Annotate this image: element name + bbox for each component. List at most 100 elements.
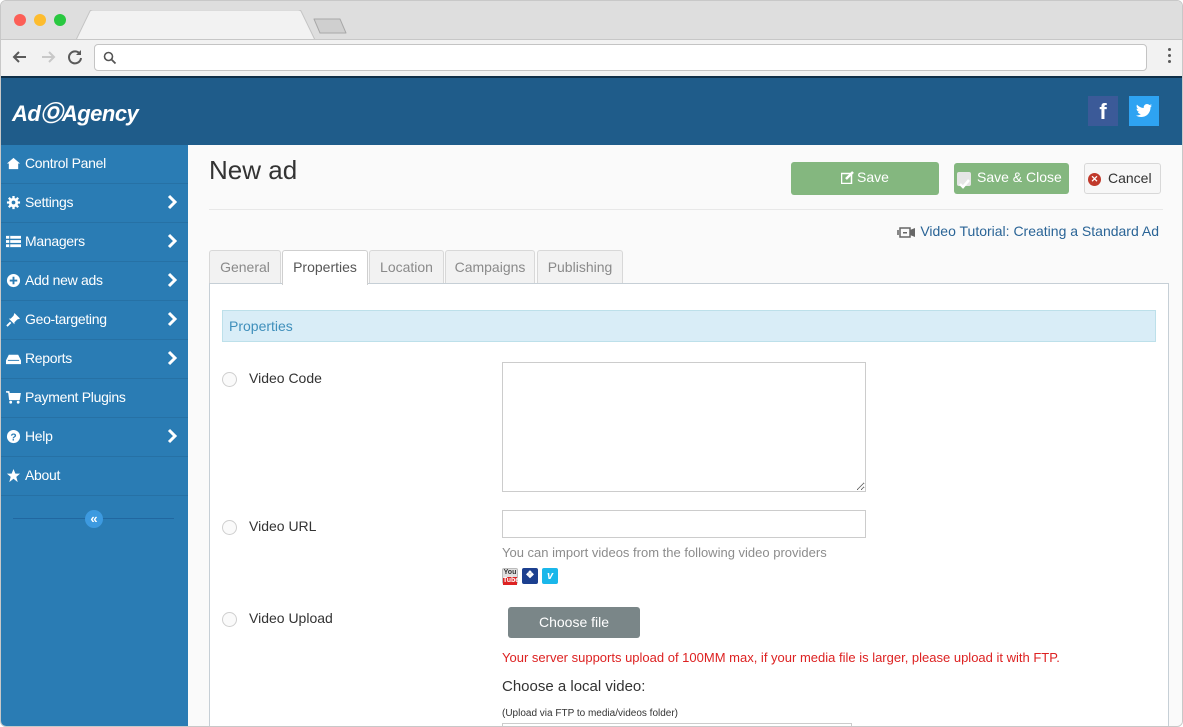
close-window-button[interactable] <box>14 14 26 26</box>
chevron-right-icon <box>167 194 178 210</box>
tab-general[interactable]: General <box>209 250 281 284</box>
cancel-button[interactable]: ✕ Cancel <box>1084 163 1161 194</box>
svg-text:?: ? <box>10 432 16 443</box>
sidebar: Control Panel Settings Managers Add new … <box>1 145 188 726</box>
header-divider <box>209 209 1163 210</box>
question-circle-icon: ? <box>6 429 21 443</box>
arrow-left-icon <box>12 51 26 63</box>
sidebar-item-label: About <box>25 467 61 483</box>
twitter-button[interactable] <box>1129 96 1159 126</box>
reload-button[interactable] <box>64 46 86 68</box>
sidebar-item-settings[interactable]: Settings <box>1 184 188 223</box>
save-close-label: Save & Close <box>977 169 1062 185</box>
video-url-radio[interactable] <box>222 520 237 535</box>
video-upload-radio[interactable] <box>222 612 237 627</box>
browser-window: AdⓄAgency f Control Panel Settings Manag… <box>0 0 1183 727</box>
tab-publishing[interactable]: Publishing <box>537 250 623 284</box>
chevron-right-icon <box>167 272 178 288</box>
sidebar-item-control-panel[interactable]: Control Panel <box>1 145 188 184</box>
inbox-icon <box>6 354 21 365</box>
sidebar-item-label: Payment Plugins <box>25 389 126 405</box>
sidebar-item-label: Reports <box>25 350 72 366</box>
sidebar-item-help[interactable]: ? Help <box>1 418 188 457</box>
reload-icon <box>68 50 82 65</box>
video-providers-hint: You can import videos from the following… <box>502 545 827 560</box>
local-video-label: Choose a local video: <box>502 678 646 695</box>
search-icon <box>103 51 117 65</box>
tutorial-label: Video Tutorial: Creating a Standard Ad <box>920 223 1159 239</box>
address-bar[interactable] <box>94 44 1147 71</box>
video-url-label[interactable]: Video URL <box>249 518 316 534</box>
chevron-right-icon <box>167 311 178 327</box>
main-content: New ad Save Save & Close ✕ Cancel Video … <box>188 145 1182 726</box>
video-url-input[interactable] <box>502 510 866 538</box>
page-title: New ad <box>209 155 298 185</box>
tab-properties[interactable]: Properties <box>282 250 368 285</box>
tab-campaigns[interactable]: Campaigns <box>445 250 535 284</box>
sidebar-item-about[interactable]: About <box>1 457 188 496</box>
back-button[interactable] <box>9 46 31 68</box>
new-tab-button[interactable] <box>313 18 347 34</box>
arrow-right-icon <box>42 51 56 63</box>
sidebar-collapse: « <box>1 496 188 544</box>
video-tutorial-link[interactable]: Video Tutorial: Creating a Standard Ad <box>897 223 1159 239</box>
double-chevron-left-icon: « <box>90 511 98 526</box>
sidebar-item-managers[interactable]: Managers <box>1 223 188 262</box>
save-button[interactable]: Save <box>791 162 939 195</box>
logo[interactable]: AdⓄAgency <box>12 96 139 128</box>
vimeo-icon: v <box>542 568 558 584</box>
pin-icon <box>6 312 21 327</box>
save-close-button[interactable]: Save & Close <box>954 163 1069 194</box>
address-input[interactable] <box>123 48 1133 67</box>
ftp-note: (Upload via FTP to media/videos folder) <box>502 708 679 719</box>
app-header: AdⓄAgency f <box>1 76 1182 145</box>
tab-location[interactable]: Location <box>369 250 444 284</box>
chevron-right-icon <box>167 428 178 444</box>
browser-tabbar <box>1 1 1182 40</box>
sidebar-item-add-new-ads[interactable]: Add new ads <box>1 262 188 301</box>
forward-button[interactable] <box>37 46 59 68</box>
sidebar-item-reports[interactable]: Reports <box>1 340 188 379</box>
sidebar-item-geo-targeting[interactable]: Geo-targeting <box>1 301 188 340</box>
checkbox-icon <box>957 172 971 189</box>
chevron-right-icon <box>167 233 178 249</box>
browser-tab[interactable] <box>76 10 316 40</box>
local-video-select[interactable] <box>502 723 852 726</box>
sidebar-item-payment-plugins[interactable]: Payment Plugins <box>1 379 188 418</box>
save-label: Save <box>857 169 889 185</box>
plus-circle-icon <box>6 273 21 288</box>
menu-dot <box>1167 48 1171 51</box>
cancel-label: Cancel <box>1108 170 1152 186</box>
sidebar-item-label: Add new ads <box>25 272 103 288</box>
sidebar-item-label: Help <box>25 428 53 444</box>
section-title: Properties <box>222 310 1156 342</box>
maximize-window-button[interactable] <box>54 14 66 26</box>
browser-menu-button[interactable] <box>1166 48 1172 68</box>
chevron-right-icon <box>167 350 178 366</box>
facebook-icon: f <box>1099 99 1107 124</box>
video-code-textarea[interactable] <box>502 362 866 492</box>
youtube-icon: You Tube <box>502 568 520 585</box>
sidebar-item-label: Managers <box>25 233 85 249</box>
collapse-sidebar-button[interactable]: « <box>85 510 103 528</box>
minimize-window-button[interactable] <box>34 14 46 26</box>
sidebar-item-label: Geo-targeting <box>25 311 107 327</box>
menu-dot <box>1167 54 1171 57</box>
sidebar-item-label: Control Panel <box>25 155 106 171</box>
edit-icon <box>840 171 854 185</box>
facebook-button[interactable]: f <box>1088 96 1118 126</box>
home-icon <box>6 157 21 170</box>
cart-icon <box>6 391 21 404</box>
video-code-label[interactable]: Video Code <box>249 370 322 386</box>
menu-dot <box>1167 60 1171 63</box>
choose-file-button[interactable]: Choose file <box>508 607 640 638</box>
upload-size-warning: Your server supports upload of 100MM max… <box>502 650 1060 665</box>
twitter-icon <box>1136 104 1152 117</box>
myspace-icon: ❖ <box>522 568 538 584</box>
video-upload-label[interactable]: Video Upload <box>249 610 333 626</box>
star-icon <box>6 468 21 483</box>
list-icon <box>6 235 21 248</box>
properties-panel: Properties Video Code Video URL You can … <box>209 283 1169 726</box>
sidebar-item-label: Settings <box>25 194 74 210</box>
video-code-radio[interactable] <box>222 372 237 387</box>
